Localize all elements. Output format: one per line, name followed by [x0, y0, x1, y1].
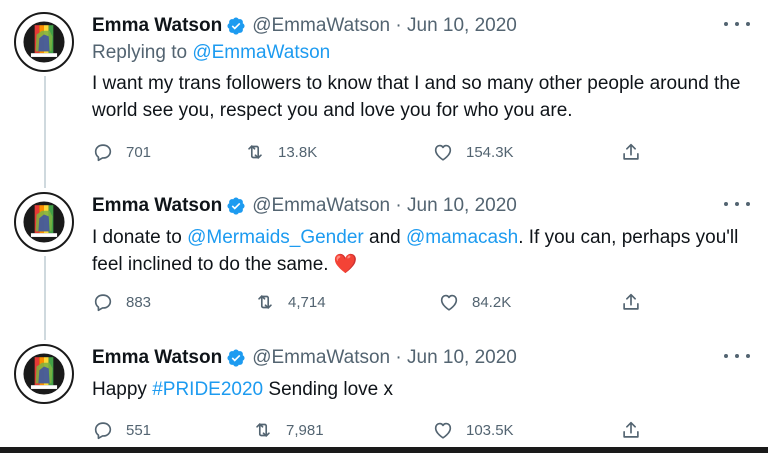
author-meta: @EmmaWatson · Jun 10, 2020	[252, 15, 517, 37]
reply-button[interactable]: 701	[92, 140, 151, 164]
heart-icon	[432, 141, 454, 163]
author-handle[interactable]: @EmmaWatson	[252, 347, 390, 368]
share-button[interactable]	[620, 290, 642, 314]
tweet-text: Happy #PRIDE2020 Sending love x	[92, 376, 748, 403]
hashtag-link[interactable]: #PRIDE2020	[152, 379, 263, 400]
author-name[interactable]: Emma Watson	[92, 347, 222, 369]
mention-link[interactable]: @mamacash	[406, 227, 518, 248]
heart-emoji-icon: ❤️	[333, 254, 358, 275]
author-handle[interactable]: @EmmaWatson	[252, 195, 390, 216]
replying-to: Replying to @EmmaWatson	[92, 42, 330, 64]
retweet-icon	[244, 141, 266, 163]
share-icon	[620, 419, 642, 441]
tweet[interactable]: Emma Watson @EmmaWatson · Jun 10, 2020 R…	[0, 12, 768, 174]
tweet-text-part: Happy	[92, 379, 147, 400]
tweet-header: Emma Watson @EmmaWatson · Jun 10, 2020	[92, 192, 517, 220]
like-count: 154.3K	[466, 143, 514, 161]
tweet[interactable]: Emma Watson @EmmaWatson · Jun 10, 2020 H…	[0, 344, 768, 448]
tweet-text-part: and	[369, 227, 401, 248]
author-name[interactable]: Emma Watson	[92, 15, 222, 37]
date-separator: ·	[395, 15, 402, 36]
share-icon	[620, 141, 642, 163]
author-meta: @EmmaWatson · Jun 10, 2020	[252, 195, 517, 217]
reply-icon	[92, 291, 114, 313]
tweet-date[interactable]: Jun 10, 2020	[407, 15, 517, 36]
verified-badge-icon	[226, 16, 246, 36]
retweet-icon	[252, 419, 274, 441]
more-options-icon[interactable]	[724, 194, 750, 214]
retweet-count: 7,981	[286, 421, 324, 439]
replying-label: Replying to	[92, 42, 188, 63]
retweet-count: 13.8K	[278, 143, 318, 161]
retweet-icon	[254, 291, 276, 313]
tweet-date[interactable]: Jun 10, 2020	[407, 195, 517, 216]
tweet-text-part: Sending love x	[268, 379, 394, 400]
like-count: 103.5K	[466, 421, 514, 439]
tweet-header: Emma Watson @EmmaWatson · Jun 10, 2020	[92, 12, 517, 40]
heart-icon	[438, 291, 460, 313]
date-separator: ·	[395, 347, 402, 368]
tweet[interactable]: Emma Watson @EmmaWatson · Jun 10, 2020 I…	[0, 192, 768, 332]
share-button[interactable]	[620, 418, 642, 442]
reply-icon	[92, 419, 114, 441]
retweet-button[interactable]: 4,714	[254, 290, 326, 314]
avatar[interactable]	[14, 192, 74, 252]
share-icon	[620, 291, 642, 313]
reply-button[interactable]: 551	[92, 418, 151, 442]
replying-handle-link[interactable]: @EmmaWatson	[192, 42, 330, 63]
tweet-text: I donate to @Mermaids_Gender and @mamaca…	[92, 224, 748, 278]
reply-count: 883	[126, 293, 152, 311]
mention-link[interactable]: @Mermaids_Gender	[187, 227, 364, 248]
author-handle[interactable]: @EmmaWatson	[252, 15, 390, 36]
like-button[interactable]: 154.3K	[432, 140, 514, 164]
verified-badge-icon	[226, 348, 246, 368]
tweet-text: I want my trans followers to know that I…	[92, 73, 741, 121]
retweet-button[interactable]: 13.8K	[244, 140, 317, 164]
bottom-edge	[0, 447, 768, 453]
verified-badge-icon	[226, 196, 246, 216]
avatar[interactable]	[14, 344, 74, 404]
like-button[interactable]: 84.2K	[438, 290, 511, 314]
retweet-count: 4,714	[288, 293, 326, 311]
retweet-button[interactable]: 7,981	[252, 418, 324, 442]
like-button[interactable]: 103.5K	[432, 418, 514, 442]
author-meta: @EmmaWatson · Jun 10, 2020	[252, 347, 517, 369]
more-options-icon[interactable]	[724, 346, 750, 366]
tweet-header: Emma Watson @EmmaWatson · Jun 10, 2020	[92, 344, 517, 372]
date-separator: ·	[395, 195, 402, 216]
reply-button[interactable]: 883	[92, 290, 151, 314]
more-options-icon[interactable]	[724, 14, 750, 34]
tweet-date[interactable]: Jun 10, 2020	[407, 347, 517, 368]
heart-icon	[432, 419, 454, 441]
reply-count: 701	[126, 143, 152, 161]
reply-count: 551	[126, 421, 152, 439]
share-button[interactable]	[620, 140, 642, 164]
author-name[interactable]: Emma Watson	[92, 195, 222, 217]
avatar[interactable]	[14, 12, 74, 72]
like-count: 84.2K	[472, 293, 512, 311]
tweet-text-part: I donate to	[92, 227, 182, 248]
reply-icon	[92, 141, 114, 163]
